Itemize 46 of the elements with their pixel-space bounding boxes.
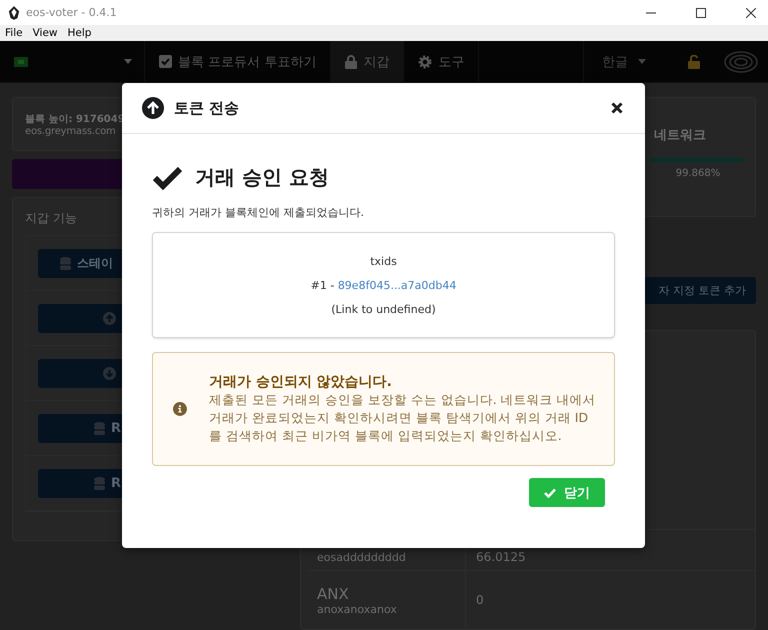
database-icon — [60, 256, 71, 270]
token-symbol: ANX — [317, 584, 350, 602]
database-icon — [94, 422, 105, 434]
close-button[interactable]: 닫기 — [529, 478, 605, 507]
dialog-title: 토큰 전송 — [174, 98, 240, 118]
lock-icon — [345, 54, 358, 68]
node-address: eos.greymass.com — [25, 126, 117, 136]
menu-item[interactable]: File — [5, 27, 23, 39]
flag-icon — [14, 56, 28, 66]
database-icon — [94, 476, 105, 490]
token-account: anoxanoxanox — [317, 602, 398, 616]
arrow-up-circle-icon — [142, 97, 164, 119]
caret-icon — [638, 59, 646, 64]
menu-item[interactable]: Help — [68, 27, 92, 39]
window-title: eos-voter - 0.4.1 — [26, 6, 117, 19]
link-note: (Link to undefined) — [331, 302, 436, 316]
checkbox-icon — [159, 55, 172, 68]
tx-index: #1 - — [310, 278, 334, 292]
menu-item[interactable]: View — [32, 27, 58, 39]
caret-icon[interactable] — [124, 59, 132, 64]
warning-title: 거래가 승인되지 않았습니다. — [208, 373, 394, 391]
warning-text: 제출된 모든 거래의 승인을 보장할 수는 없습니다. 네트워크 내에서 거래가 완료되었는지 확인하시려면 블록 탐색기에서 위의 거래 ID를 검색하여 최근 비가역 블록에 입력되었는지 확인하십시오. — [208, 391, 597, 445]
submission-message: 귀하의 거래가 블록체인에 제출되었습니다. — [152, 205, 365, 220]
close-icon[interactable] — [746, 8, 756, 18]
app-logo-icon — [8, 6, 20, 20]
add-custom-token-button[interactable]: 자 지정 토큰 추가 — [644, 277, 756, 304]
checkmark-icon — [152, 166, 183, 190]
gear-icon — [418, 54, 432, 68]
dialog-heading: 거래 승인 요청 — [195, 164, 329, 191]
close-icon[interactable] — [611, 102, 623, 114]
language-dropdown[interactable]: 한글 — [583, 41, 664, 82]
token-balance: 0 — [476, 593, 484, 607]
maximize-icon[interactable] — [696, 8, 706, 18]
nav-tab[interactable]: 도구 — [404, 41, 480, 82]
nav-tab[interactable]: 지갑 — [331, 41, 404, 82]
txids-label: txids — [370, 254, 397, 268]
token-account: eosaddddddddd — [317, 550, 407, 564]
panel-title: 지갑 기능 — [25, 210, 77, 227]
checkmark-icon — [544, 488, 556, 498]
swirl-logo-icon — [724, 50, 758, 72]
network-title: 네트워크 — [654, 127, 706, 144]
network-percentage: 99.868% — [676, 168, 720, 179]
tx-link[interactable]: 89e8f045...a7a0db44 — [338, 278, 456, 292]
token-balance: 66.0125 — [476, 550, 526, 564]
arrow-up-circle-icon — [103, 312, 116, 324]
arrow-down-circle-icon — [103, 366, 116, 380]
